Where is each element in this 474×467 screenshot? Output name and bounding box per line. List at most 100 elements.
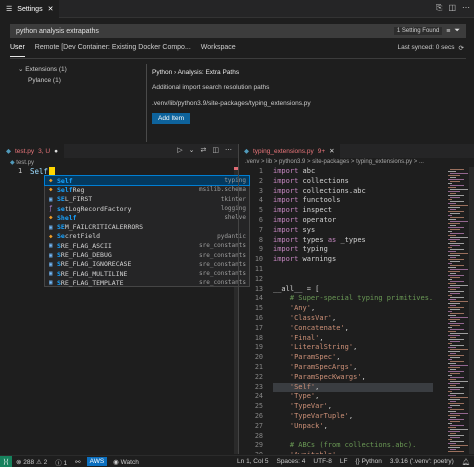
settings-search-input[interactable]: python analysis extrapaths 1 Setting Fou… <box>10 24 466 38</box>
code-line[interactable]: import warnings <box>273 255 433 265</box>
suggestion-item[interactable]: ◆ Shelf shelve <box>45 213 249 222</box>
code-line[interactable]: 'LiteralString', <box>273 343 433 353</box>
open-json-icon[interactable]: ⎘ <box>436 3 442 13</box>
code-line[interactable]: __all__ = [ <box>273 285 433 295</box>
breadcrumb[interactable]: .venv > lib > python3.9 > site-packages … <box>245 159 424 165</box>
code-line[interactable]: 'TypeVar', <box>273 402 433 412</box>
notifications-icon[interactable]: 🔔︎ <box>458 458 474 466</box>
suggestion-item[interactable]: ◆ SecretField pydantic <box>45 232 249 241</box>
suggestion-item[interactable]: ƒ setLogRecordFactory logging <box>45 204 249 213</box>
code-line[interactable]: import operator <box>273 216 433 226</box>
minimap-line <box>450 177 456 178</box>
right-code-editor[interactable]: 1 2 3 4 5 6 7 8 9 10 11 12 13 14 15 16 17 18 19 20 21 22 23 24 2… <box>239 167 474 454</box>
code-area[interactable]: import abc import collections import colle… <box>273 167 434 454</box>
settings-tab[interactable]: ☰ Settings ✕ <box>0 0 60 18</box>
tab-user[interactable]: User <box>10 44 25 57</box>
suggestion-item[interactable]: ▣ SRE_FLAG_DEBUG sre_constants <box>45 250 249 259</box>
minimap-line <box>450 297 464 298</box>
line-number: 29 <box>254 441 263 450</box>
toc-item-extensions[interactable]: ⌄ Extensions (1) <box>18 64 128 75</box>
suggestion-item[interactable]: ▣ SRE_FLAG_MULTILINE sre_constants <box>45 269 249 278</box>
minimap[interactable] <box>447 167 469 454</box>
code-line[interactable]: import sys <box>273 226 433 236</box>
code-line[interactable]: # ABCs (from collections.abc). <box>273 441 433 451</box>
code-line[interactable]: 'Awaitable', <box>273 451 433 454</box>
suggestion-item[interactable]: ▣ SEM_FAILCRITICALERRORS <box>45 222 249 231</box>
code-line[interactable] <box>273 265 433 275</box>
add-item-button[interactable]: Add Item <box>152 113 191 124</box>
minimap-line <box>450 241 456 242</box>
end-of-line[interactable]: LF <box>336 458 352 465</box>
code-line[interactable]: import functools <box>273 196 433 206</box>
editor-tab-typing-extensions[interactable]: ◆ typing_extensions.py 9+ ✕ <box>239 144 340 158</box>
split-editor-icon[interactable]: ◫ <box>212 146 219 154</box>
code-line[interactable] <box>273 275 433 285</box>
tab-workspace[interactable]: Workspace <box>201 44 236 57</box>
left-editor-tab-bar: ◆ test.py 3, U ● ▷ ⌄ ⇄ ◫ ⋯ <box>0 144 238 158</box>
suggestion-item[interactable]: ▣ SRE_FLAG_IGNORECASE sre_constants <box>45 260 249 269</box>
code-line[interactable]: 'Type', <box>273 392 433 402</box>
line-numbers: 1 2 3 4 5 6 7 8 9 10 11 12 13 14 15 16 17 18 19 20 21 22 23 24 2… <box>243 167 263 454</box>
more-actions-icon[interactable]: ⋯ <box>462 3 470 13</box>
suggestion-item[interactable]: ▣ SRE_FLAG_TEMPLATE sre_constants <box>45 278 249 287</box>
code-line[interactable]: import typing <box>273 245 433 255</box>
minimap-line <box>450 317 468 318</box>
close-icon[interactable]: ✕ <box>329 147 334 155</box>
code-line[interactable]: 'Self', <box>273 382 434 393</box>
indentation[interactable]: Spaces: 4 <box>272 458 309 465</box>
code-line[interactable]: import types as _types <box>273 236 433 246</box>
info-indicator[interactable]: ⓘ 1 <box>51 457 71 467</box>
code-line[interactable]: import collections.abc <box>273 187 433 197</box>
suggestion-item[interactable]: ◆ Self typing <box>44 174 250 187</box>
clear-filter-icon[interactable]: ≡ <box>446 28 450 35</box>
code-line[interactable]: 'Final', <box>273 334 433 344</box>
cursor-position[interactable]: Ln 1, Col 5 <box>233 458 272 465</box>
remote-indicator-icon[interactable]: ⟩⟨ <box>0 455 12 467</box>
editor-tab-test-py[interactable]: ◆ test.py 3, U ● <box>0 144 65 158</box>
close-icon[interactable]: ✕ <box>48 5 54 13</box>
toc-item-pylance[interactable]: Pylance (1) <box>18 75 128 86</box>
code-line[interactable]: import abc <box>273 167 433 177</box>
code-line[interactable]: import inspect <box>273 206 433 216</box>
code-line[interactable]: # Super-special typing primitives. <box>273 294 433 304</box>
chevron-down-icon[interactable]: ⌄ <box>189 146 195 154</box>
code-line[interactable]: 'ParamSpec', <box>273 353 433 363</box>
code-line[interactable]: 'ParamSpecArgs', <box>273 363 433 373</box>
code-line[interactable]: 'ParamSpecKwargs', <box>273 373 433 383</box>
minimap-line <box>450 353 456 354</box>
problems-indicator[interactable]: ⊗ 288 ⚠ 2 <box>12 458 51 466</box>
code-line[interactable]: 'Unpack', <box>273 422 433 432</box>
filter-icon[interactable]: ⏷ <box>454 27 460 35</box>
sync-icon[interactable]: ⟳ <box>459 44 464 52</box>
language-mode[interactable]: {} Python <box>351 458 385 465</box>
line-number: 7 <box>258 225 263 234</box>
suggestion-item[interactable]: ▣ SRE_FLAG_ASCII sre_constants <box>45 241 249 250</box>
breadcrumb[interactable]: ◆ test.py <box>10 159 34 166</box>
scrollbar[interactable] <box>469 167 474 454</box>
code-line[interactable]: 'Concatenate', <box>273 324 433 334</box>
aws-indicator[interactable]: AWS <box>86 457 108 466</box>
minimap-line <box>450 233 464 234</box>
suggestion-item[interactable]: ▣ SEL_FIRST tkinter <box>45 195 249 204</box>
code-line[interactable]: 'Any', <box>273 304 433 314</box>
minimap-line <box>450 305 456 306</box>
lightbulb-icon[interactable] <box>49 167 56 175</box>
ports-icon[interactable]: ⚯ <box>71 458 84 466</box>
compare-icon[interactable]: ⇄ <box>201 146 207 154</box>
split-editor-icon[interactable]: ◫ <box>448 3 456 13</box>
setting-list-value[interactable]: .venv/lib/python3.9/site-packages/typing… <box>152 100 466 107</box>
encoding[interactable]: UTF-8 <box>309 458 335 465</box>
tab-remote[interactable]: Remote [Dev Container: Existing Docker C… <box>35 44 191 57</box>
suggestion-item[interactable]: ◆ SelfReg msilib.schema <box>45 185 249 194</box>
unsaved-dot-icon[interactable]: ● <box>54 148 58 155</box>
run-icon[interactable]: ▷ <box>177 146 182 154</box>
watch-indicator[interactable]: ◉ Watch <box>109 458 143 466</box>
code-line[interactable]: 'ClassVar', <box>273 314 433 324</box>
more-actions-icon[interactable]: ⋯ <box>225 146 232 154</box>
code-line[interactable]: import collections <box>273 177 433 187</box>
code-line[interactable]: 'TypeVarTuple', <box>273 412 433 422</box>
code-line[interactable] <box>273 432 433 442</box>
minimap-line <box>450 181 460 182</box>
python-interpreter[interactable]: 3.9.16 ('.venv': poetry) <box>386 458 458 465</box>
minimap-line <box>450 385 456 386</box>
